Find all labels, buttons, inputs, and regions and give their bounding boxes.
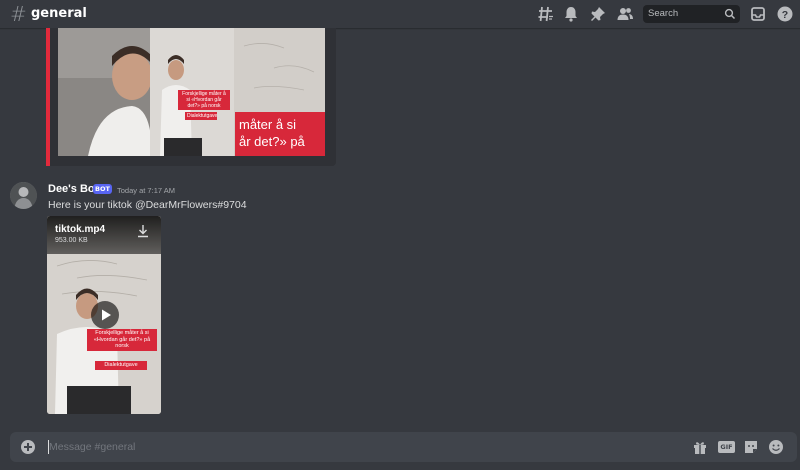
embed-accent-bar — [46, 28, 50, 166]
channel-hash-icon: # — [10, 2, 27, 26]
inbox-icon[interactable] — [749, 5, 767, 23]
members-icon[interactable] — [616, 5, 634, 23]
channel-name: general — [31, 6, 87, 21]
search-placeholder: Search — [648, 8, 679, 19]
thumbnail-frame-right: måter å si år det?» på — [234, 28, 325, 156]
video-caption-2: Dialektutgave — [95, 361, 147, 370]
channel-header: # general Search ? — [0, 0, 800, 28]
file-size: 953.00 KB — [55, 237, 88, 244]
big-caption: måter å si år det?» på — [235, 112, 325, 156]
bell-icon[interactable] — [562, 5, 580, 23]
avatar[interactable] — [10, 182, 37, 209]
video-attachment[interactable]: tiktok.mp4 953.00 KB Forskjellige måter … — [47, 216, 161, 414]
big-caption-line-2: år det?» på — [239, 134, 305, 149]
file-name[interactable]: tiktok.mp4 — [55, 224, 105, 235]
search-box[interactable]: Search — [643, 5, 740, 23]
thumbnail-frame-middle: Forskjellige måter å si «Hvordan går det… — [150, 28, 295, 156]
message-text: Here is your tiktok @DearMrFlowers#9704 — [48, 199, 247, 211]
video-caption-1: Forskjellige måter å si «Hvordan går det… — [87, 329, 157, 351]
threads-icon[interactable] — [537, 5, 555, 23]
message-composer: GIF — [10, 432, 797, 462]
gif-button[interactable]: GIF — [718, 441, 735, 453]
bot-tag: BOT — [93, 184, 112, 194]
download-icon[interactable] — [137, 224, 149, 238]
message-username[interactable]: Dee's Bot — [48, 183, 98, 195]
pin-icon[interactable] — [589, 5, 607, 23]
message-input[interactable] — [49, 439, 649, 455]
message-timestamp: Today at 7:17 AM — [117, 186, 175, 195]
embed-thumbnail[interactable]: Forskjellige måter å si «Hvordan går det… — [58, 28, 325, 156]
play-icon[interactable] — [90, 300, 120, 330]
svg-text:?: ? — [782, 9, 788, 21]
emoji-icon[interactable] — [768, 439, 784, 455]
gift-icon[interactable] — [692, 439, 708, 455]
big-caption-line-1: måter å si — [239, 117, 297, 132]
thumbnail-frame-left — [58, 28, 152, 156]
add-attachment-button[interactable] — [21, 440, 35, 454]
small-caption-2: Dialektutgave — [185, 112, 218, 120]
help-icon[interactable]: ? — [776, 5, 794, 23]
sticker-icon[interactable] — [743, 439, 759, 455]
small-caption-1: Forskjellige måter å si «Hvordan går det… — [178, 90, 230, 110]
search-icon — [724, 8, 736, 20]
video-embed: Forskjellige måter å si «Hvordan går det… — [46, 28, 336, 166]
